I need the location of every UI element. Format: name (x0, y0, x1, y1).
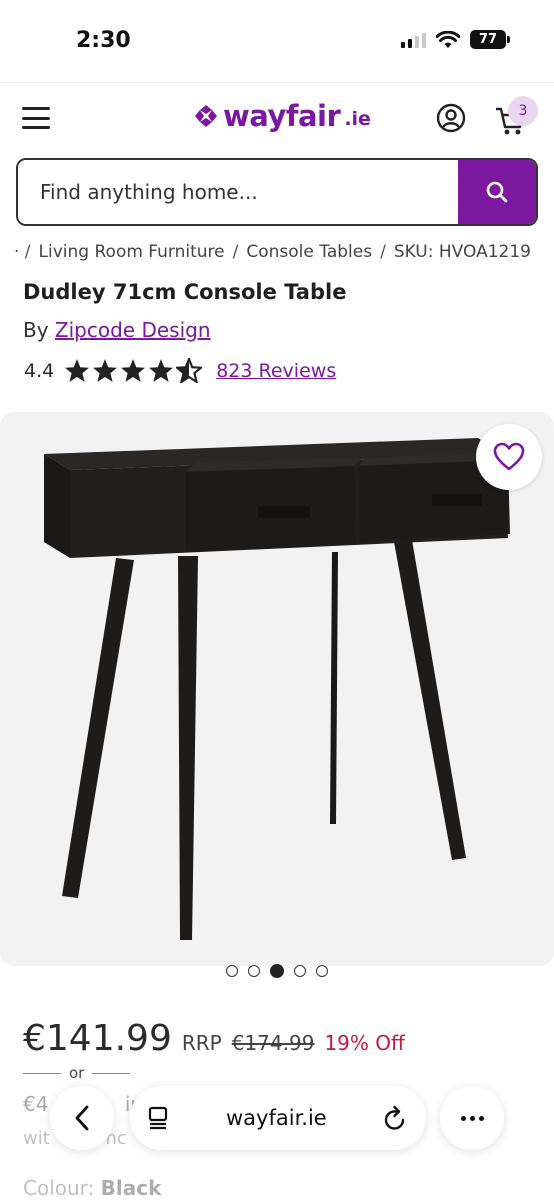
product-image-carousel[interactable] (0, 412, 554, 966)
half-star-icon (176, 358, 203, 383)
carousel-dot[interactable] (316, 965, 328, 977)
rating-stars[interactable] (64, 358, 203, 383)
status-bar: 2:30 77 (0, 0, 554, 82)
carousel-dot[interactable] (226, 965, 238, 977)
price-row: €141.99 RRP €174.99 19% Off (23, 1018, 405, 1059)
star-icon (121, 359, 146, 382)
search-bar (16, 158, 538, 226)
status-time: 2:30 (76, 28, 131, 53)
product-image (44, 438, 510, 940)
wayfair-logo[interactable]: wayfair .ie (193, 99, 371, 133)
account-icon[interactable] (436, 103, 466, 133)
star-icon (93, 359, 118, 382)
or-divider: or (23, 1064, 131, 1082)
more-dot (460, 1115, 466, 1121)
colour-option: Colour: Black (23, 1176, 161, 1200)
breadcrumb-sku: SKU: HVOA1219 (393, 242, 531, 262)
by-label: By (23, 318, 49, 342)
search-button[interactable] (458, 160, 536, 224)
rrp-price: €174.99 (231, 1031, 315, 1055)
carousel-dot[interactable] (248, 965, 260, 977)
more-dot (469, 1115, 475, 1121)
finance-line-start: wit (23, 1128, 50, 1149)
logo-text: wayfair (223, 99, 341, 133)
more-dot (478, 1115, 484, 1121)
site-header: wayfair .ie (0, 82, 554, 152)
breadcrumb-separator: / (380, 242, 386, 262)
browser-toolbar: wayfair.ie (50, 1086, 504, 1150)
logo-tld: .ie (344, 108, 371, 130)
breadcrumb-separator: · / (14, 242, 31, 262)
wifi-icon (436, 30, 460, 48)
breadcrumb: · / Living Room Furniture / Console Tabl… (14, 242, 531, 262)
status-icons: 77 (401, 30, 510, 49)
carousel-dots (226, 964, 328, 978)
carousel-dot[interactable] (294, 965, 306, 977)
rrp-label: RRP (181, 1031, 222, 1055)
breadcrumb-item-console-tables[interactable]: Console Tables (246, 242, 372, 262)
rating-value: 4.4 (24, 359, 55, 382)
or-label: or (69, 1064, 85, 1082)
chevron-left-icon (75, 1105, 89, 1131)
breadcrumb-item-living-room-furniture[interactable]: Living Room Furniture (39, 242, 225, 262)
colour-value: Black (100, 1176, 162, 1200)
address-bar[interactable]: wayfair.ie (130, 1086, 426, 1150)
wayfair-pinwheel-icon (195, 105, 217, 127)
product-title: Dudley 71cm Console Table (23, 280, 347, 304)
discount-badge: 19% Off (324, 1031, 405, 1055)
search-input[interactable] (18, 160, 458, 224)
favorite-button[interactable] (476, 424, 542, 490)
colour-label: Colour: (23, 1176, 95, 1200)
menu-icon[interactable] (22, 107, 50, 129)
brand-link[interactable]: Zipcode Design (55, 318, 211, 342)
search-icon (486, 181, 508, 203)
star-icon (65, 359, 90, 382)
product-byline: By Zipcode Design (23, 318, 211, 342)
more-options-button[interactable] (440, 1086, 504, 1150)
reload-icon[interactable] (382, 1104, 408, 1132)
signal-icon (401, 32, 426, 48)
heart-icon (493, 442, 525, 471)
back-button[interactable] (50, 1086, 114, 1150)
star-icon (149, 359, 174, 382)
cart-count-badge: 3 (508, 96, 538, 126)
finance-amount: €4 (23, 1092, 49, 1116)
tabs-icon[interactable] (148, 1106, 170, 1130)
sale-price: €141.99 (23, 1018, 172, 1059)
rating-row: 4.4 823 Reviews (24, 358, 336, 383)
url-text: wayfair.ie (226, 1106, 327, 1130)
battery-indicator: 77 (470, 30, 510, 49)
breadcrumb-separator: / (232, 242, 239, 262)
reviews-link[interactable]: 823 Reviews (216, 360, 336, 382)
carousel-dot-active[interactable] (270, 964, 284, 978)
